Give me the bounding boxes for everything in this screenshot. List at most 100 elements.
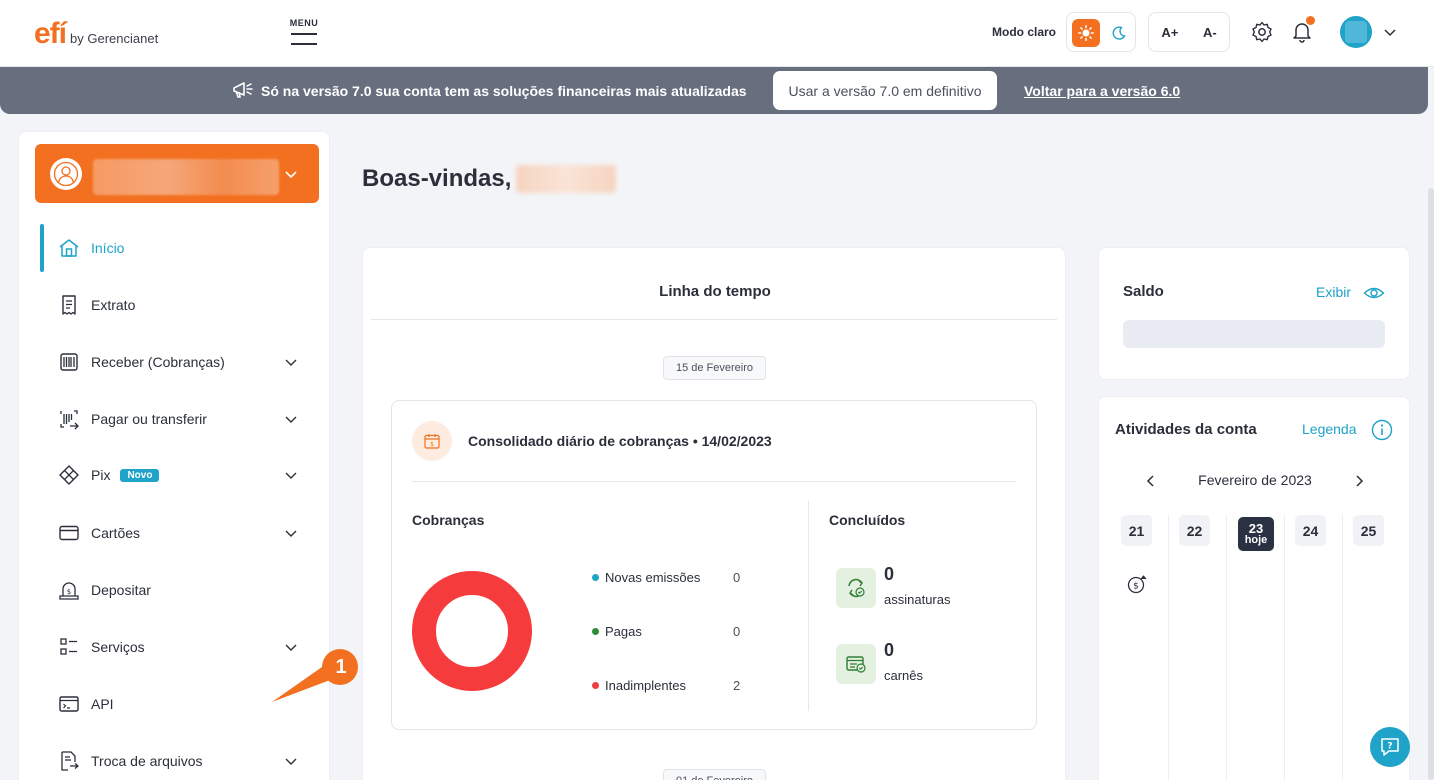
theme-toggle[interactable] [1066,12,1136,52]
balance-title: Saldo [1123,283,1164,300]
account-activities-card: Atividades da conta Legenda Fevereiro de… [1098,396,1410,780]
info-icon[interactable] [1371,419,1393,441]
legend-value: 0 [733,569,741,585]
daily-summary-card[interactable]: $ Consolidado diário de cobranças • 14/0… [391,400,1037,730]
sidebar-item-pix[interactable]: Pix Novo [39,453,311,497]
use-version-7-button[interactable]: Usar a versão 7.0 em definitivo [773,71,997,110]
gear-icon[interactable] [1250,20,1274,44]
balance-hidden-placeholder [1123,320,1385,348]
calendar-day[interactable]: 24 [1295,515,1326,546]
sidebar-item-label: Início [91,240,125,256]
version-banner: Só na versão 7.0 sua conta tem as soluçõ… [0,67,1428,114]
account-selector[interactable] [35,144,319,203]
money-activity-icon[interactable]: $ [1126,573,1148,595]
activities-title: Atividades da conta [1115,421,1257,438]
callout-number: 1 [335,655,347,678]
megaphone-icon [232,80,254,100]
top-header: efí by Gerencianet MENU Modo claro A+ A- [0,0,1434,67]
date-chip: 15 de Fevereiro [663,356,766,380]
page-scrollbar[interactable] [1428,188,1434,780]
divider [808,501,809,711]
chevron-down-icon[interactable] [283,753,299,769]
sidebar-item-troca-arquivos[interactable]: Troca de arquivos [39,739,311,780]
avatar-image [1345,21,1367,43]
sidebar-item-label: Pix [91,467,111,483]
moon-icon[interactable] [1107,21,1131,45]
chevron-down-icon[interactable] [283,411,299,427]
legend-name: Inadimplentes [605,677,686,693]
summary-title: Consolidado diário de cobranças • 14/02/… [468,433,772,449]
sidebar-item-cartoes[interactable]: Cartões [39,511,311,555]
chevron-down-icon[interactable] [283,467,299,483]
sidebar-item-label: Cartões [91,525,141,541]
sidebar-item-inicio[interactable]: Início [39,226,311,270]
chevron-down-icon[interactable] [1382,24,1398,40]
menu-button[interactable]: MENU [288,18,320,50]
sidebar-item-extrato[interactable]: Extrato [39,283,311,327]
calendar-day-today[interactable]: 23 hoje [1238,517,1274,551]
chat-help-icon: ? [1381,738,1399,756]
divider [371,319,1057,320]
sidebar-item-pagar[interactable]: Pagar ou transferir [39,397,311,441]
sun-icon[interactable] [1072,19,1100,47]
card-icon [57,521,81,545]
eye-icon[interactable] [1363,284,1385,302]
calendar-money-icon: $ [412,421,452,461]
account-name-redacted [93,159,279,195]
sidebar-item-depositar[interactable]: $ Depositar [39,568,311,612]
calendar-day[interactable]: 21 [1121,515,1152,546]
calendar-day-column: 24 [1285,515,1343,780]
concluded-booklets: 0 carnês [836,640,1016,688]
logo[interactable]: efí by Gerencianet [34,19,158,49]
legend-dot [592,681,599,689]
calendar-day[interactable]: 22 [1179,515,1210,546]
user-icon [50,158,82,190]
legend-value: 2 [733,677,741,693]
calendar-day-column: 21 $ [1111,515,1169,780]
chevron-right-icon[interactable] [1351,473,1367,489]
svg-text:$: $ [430,441,434,448]
show-balance-link[interactable]: Exibir [1316,284,1351,300]
sidebar-item-label: Troca de arquivos [91,753,203,769]
legend-dot [592,573,599,581]
balance-card: Saldo Exibir [1098,247,1410,380]
new-badge: Novo [120,468,160,482]
legend-link[interactable]: Legenda [1302,421,1357,437]
concluidos-label: Concluídos [829,512,906,528]
home-icon [57,236,81,260]
svg-text:$: $ [67,588,71,596]
divider [412,481,1016,482]
barcode-icon [57,350,81,374]
sidebar-item-label: Receber (Cobranças) [91,354,225,370]
legend-novas-emissoes: Novas emissões 0 [592,567,752,587]
booklets-count: 0 [884,640,895,660]
chevron-down-icon[interactable] [283,525,299,541]
help-chat-button[interactable]: ? [1370,727,1410,767]
sidebar-item-receber[interactable]: Receber (Cobranças) [39,340,311,384]
legend-name: Pagas [605,623,642,639]
chevron-down-icon[interactable] [283,354,299,370]
cobrancas-label: Cobranças [412,512,485,528]
calendar-day[interactable]: 25 [1353,515,1384,546]
mode-label: Modo claro [992,25,1057,39]
donut-segment-inadimplentes [412,571,532,691]
font-decrease-button[interactable]: A- [1203,25,1217,40]
avatar[interactable] [1340,16,1372,48]
font-increase-button[interactable]: A+ [1161,25,1178,40]
back-to-version-6-link[interactable]: Voltar para a versão 6.0 [1024,83,1180,99]
subscription-icon [836,568,876,608]
timeline-title: Linha do tempo [659,283,771,300]
legend-name: Novas emissões [605,569,701,585]
sidebar-item-label: Serviços [91,639,145,655]
user-name-redacted [516,165,616,193]
chevron-down-icon[interactable] [283,166,299,182]
annotation-callout: 1 [264,646,364,706]
barcode-transfer-icon [57,407,81,431]
timeline-card: Linha do tempo 15 de Fevereiro $ Consoli… [362,247,1066,780]
logo-main: efí [34,17,67,50]
deposit-icon: $ [57,578,81,602]
svg-text:$: $ [1133,582,1139,592]
legend-inadimplentes: Inadimplentes 2 [592,675,752,695]
banner-message: Só na versão 7.0 sua conta tem as soluçõ… [261,83,747,99]
concluded-subscriptions: 0 assinaturas [836,564,1016,612]
